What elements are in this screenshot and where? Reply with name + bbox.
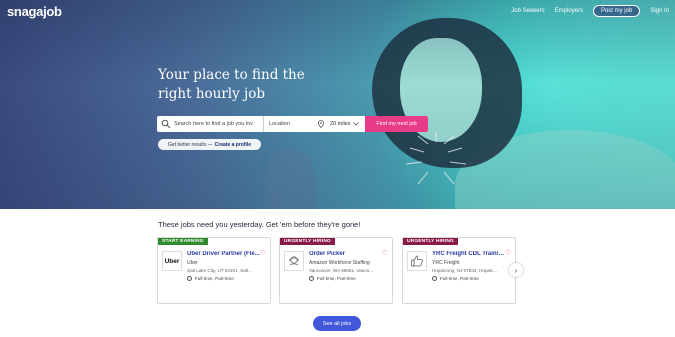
top-nav: Job Seekers Employers Post my job Sign I…	[501, 5, 669, 17]
hero-banner	[0, 0, 675, 209]
profile-cta-link[interactable]: Create a profile	[215, 142, 251, 148]
uber-logo-text: Uber	[164, 257, 180, 265]
job-title[interactable]: Uber Driver Partner (Fle...	[187, 251, 261, 257]
heart-icon[interactable]: ♡	[260, 249, 266, 257]
job-location: Salt Lake City, UT 84101, Salt...	[187, 268, 252, 273]
clock-icon	[187, 276, 192, 281]
job-card[interactable]: URGENTLY HIRING YRC Freight CDL Trainin.…	[402, 237, 516, 304]
sign-in-link[interactable]: Sign In	[650, 8, 669, 14]
carousel-next-button[interactable]: ›	[509, 263, 523, 277]
job-badge: URGENTLY HIRING	[280, 238, 335, 245]
heart-icon[interactable]: ♡	[382, 249, 388, 257]
job-location: Vancouver, WA 98661, Vanco...	[309, 268, 374, 273]
job-company: Amazon Workforce Staffing	[309, 260, 370, 266]
headset-icon	[289, 256, 299, 266]
snagajob-logo[interactable]: snagajob	[7, 4, 62, 19]
nav-job-seekers[interactable]: Job Seekers	[511, 8, 544, 14]
find-job-button[interactable]: Find my next job	[365, 116, 428, 132]
nav-employers[interactable]: Employers	[555, 8, 583, 14]
create-profile-button[interactable]: Get better results — Create a profile	[158, 139, 261, 150]
hero-headline: Your place to find the right hourly job	[158, 66, 305, 104]
job-title[interactable]: Order Picker	[309, 251, 383, 257]
hero-headline-line2: right hourly job	[158, 86, 265, 102]
job-type: Full-time, Part-time	[432, 276, 479, 281]
job-type-text: Full-time, Part-time	[440, 276, 479, 281]
profile-cta-prefix: Get better results —	[167, 141, 213, 148]
radius-value: 20 miles	[330, 121, 351, 127]
see-all-jobs-button[interactable]: See all jobs	[313, 316, 361, 331]
hero-headline-line1: Your place to find the	[158, 67, 305, 83]
job-search-input[interactable]: Search here to find a job you lov	[171, 121, 263, 127]
job-type-text: Full-time, Part-time	[195, 276, 234, 281]
job-type: Full-time, Part-time	[187, 276, 234, 281]
job-badge: URGENTLY HIRING	[403, 238, 458, 245]
clock-icon	[432, 276, 437, 281]
search-icon	[161, 119, 171, 129]
job-type: Full-time, Part-time	[309, 276, 356, 281]
post-job-button[interactable]: Post my job	[592, 5, 641, 17]
job-title[interactable]: YRC Freight CDL Trainin...	[432, 251, 506, 257]
job-location: Hopatcong, NJ 07843, Hopatc...	[432, 268, 498, 273]
thumbs-up-icon	[411, 255, 423, 267]
heart-icon[interactable]: ♡	[505, 249, 511, 257]
headset-logo-icon	[284, 251, 304, 271]
radius-select[interactable]: 20 miles	[330, 121, 360, 127]
job-card[interactable]: URGENTLY HIRING Order Picker ♡ Amazon Wo…	[279, 237, 393, 304]
hero-shade	[0, 0, 675, 209]
chevron-down-icon	[353, 122, 360, 126]
clock-icon	[309, 276, 314, 281]
job-badge: START EARNING	[158, 238, 208, 245]
jobs-tagline: These jobs need you yesterday. Get 'em b…	[158, 220, 361, 229]
uber-logo: Uber	[162, 251, 182, 271]
job-search-bar: Search here to find a job you lov Locati…	[157, 116, 428, 132]
job-company: YRC Freight	[432, 260, 460, 266]
location-pin-icon[interactable]	[317, 120, 325, 128]
thumbs-up-logo-icon	[407, 251, 427, 271]
job-company: Uber	[187, 260, 198, 266]
location-input[interactable]: Location	[264, 121, 314, 127]
job-type-text: Full-time, Part-time	[317, 276, 356, 281]
job-card[interactable]: START EARNING Uber Uber Driver Partner (…	[157, 237, 271, 304]
